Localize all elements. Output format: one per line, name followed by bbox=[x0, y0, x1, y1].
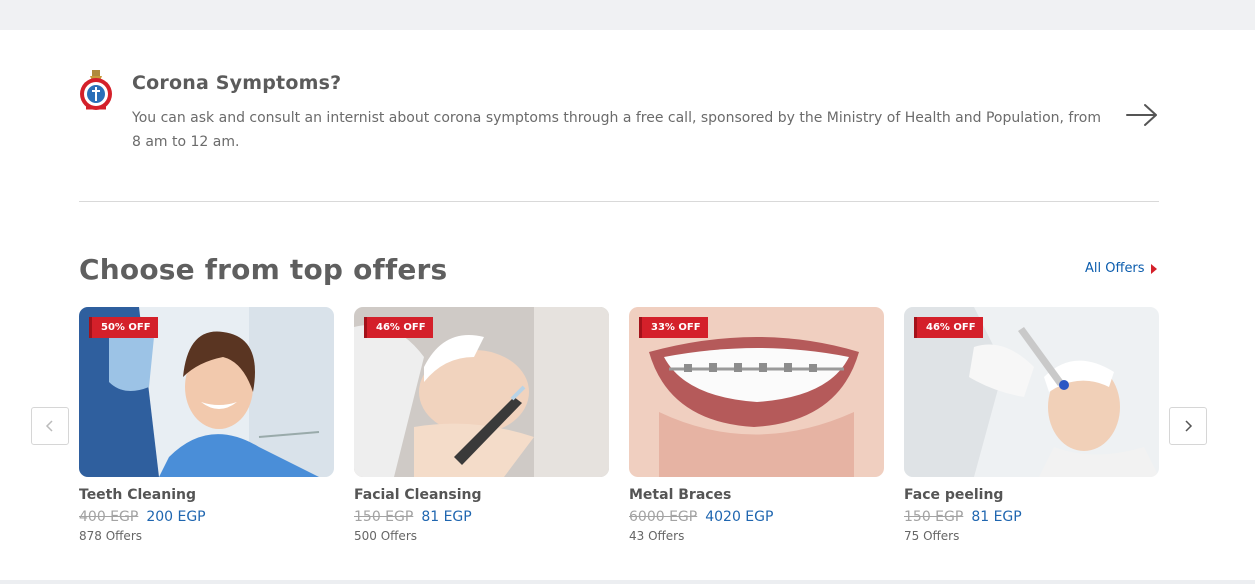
chevron-right-icon bbox=[1185, 420, 1193, 432]
offer-count: 43 Offers bbox=[629, 529, 685, 543]
corona-title: Corona Symptoms? bbox=[132, 72, 342, 94]
all-offers-link[interactable]: All Offers bbox=[1085, 261, 1157, 276]
offer-card-metal-braces[interactable]: 33% OFF Metal Braces 6000 EGP 4020 EGP 4… bbox=[629, 307, 884, 547]
old-price: 400 EGP bbox=[79, 509, 139, 525]
offer-count: 878 Offers bbox=[79, 529, 142, 543]
new-price: 81 EGP bbox=[421, 509, 472, 525]
offer-card-teeth-cleaning[interactable]: 50% OFF Teeth Cleaning 400 EGP 200 EGP 8… bbox=[79, 307, 334, 547]
new-price: 4020 EGP bbox=[705, 509, 774, 525]
new-price: 81 EGP bbox=[971, 509, 1022, 525]
chevron-left-icon bbox=[45, 420, 53, 432]
discount-badge: 46% OFF bbox=[914, 317, 983, 338]
offer-name: Face peeling bbox=[904, 487, 1004, 503]
offer-card-facial-cleansing[interactable]: 46% OFF Facial Cleansing 150 EGP 81 EGP … bbox=[354, 307, 609, 547]
new-price: 200 EGP bbox=[146, 509, 206, 525]
bottom-bar bbox=[0, 580, 1255, 584]
price-row: 400 EGP 200 EGP bbox=[79, 509, 206, 525]
corona-banner[interactable]: Corona Symptoms? You can ask and consult… bbox=[79, 70, 1159, 170]
offer-count: 75 Offers bbox=[904, 529, 960, 543]
offer-name: Facial Cleansing bbox=[354, 487, 482, 503]
old-price: 150 EGP bbox=[354, 509, 414, 525]
offer-count: 500 Offers bbox=[354, 529, 417, 543]
old-price: 150 EGP bbox=[904, 509, 964, 525]
corona-description: You can ask and consult an internist abo… bbox=[132, 110, 1101, 150]
offer-name: Metal Braces bbox=[629, 487, 732, 503]
price-row: 150 EGP 81 EGP bbox=[904, 509, 1022, 525]
offer-image: 46% OFF bbox=[354, 307, 609, 477]
discount-badge: 46% OFF bbox=[364, 317, 433, 338]
discount-badge: 33% OFF bbox=[639, 317, 708, 338]
discount-badge: 50% OFF bbox=[89, 317, 158, 338]
price-row: 6000 EGP 4020 EGP bbox=[629, 509, 773, 525]
price-row: 150 EGP 81 EGP bbox=[354, 509, 472, 525]
arrow-right-icon[interactable] bbox=[1125, 102, 1159, 128]
section-title: Choose from top offers bbox=[79, 253, 448, 286]
carousel-next-button[interactable] bbox=[1169, 407, 1207, 445]
caret-right-icon bbox=[1150, 263, 1157, 274]
offer-name: Teeth Cleaning bbox=[79, 487, 196, 503]
top-bar bbox=[0, 0, 1255, 30]
ministry-of-health-logo-icon bbox=[79, 70, 113, 112]
all-offers-label: All Offers bbox=[1085, 261, 1145, 276]
old-price: 6000 EGP bbox=[629, 509, 698, 525]
offer-image: 33% OFF bbox=[629, 307, 884, 477]
offer-image: 50% OFF bbox=[79, 307, 334, 477]
section-divider bbox=[79, 201, 1159, 202]
offer-image: 46% OFF bbox=[904, 307, 1159, 477]
carousel-prev-button[interactable] bbox=[31, 407, 69, 445]
offer-card-face-peeling[interactable]: 46% OFF Face peeling 150 EGP 81 EGP 75 O… bbox=[904, 307, 1159, 547]
